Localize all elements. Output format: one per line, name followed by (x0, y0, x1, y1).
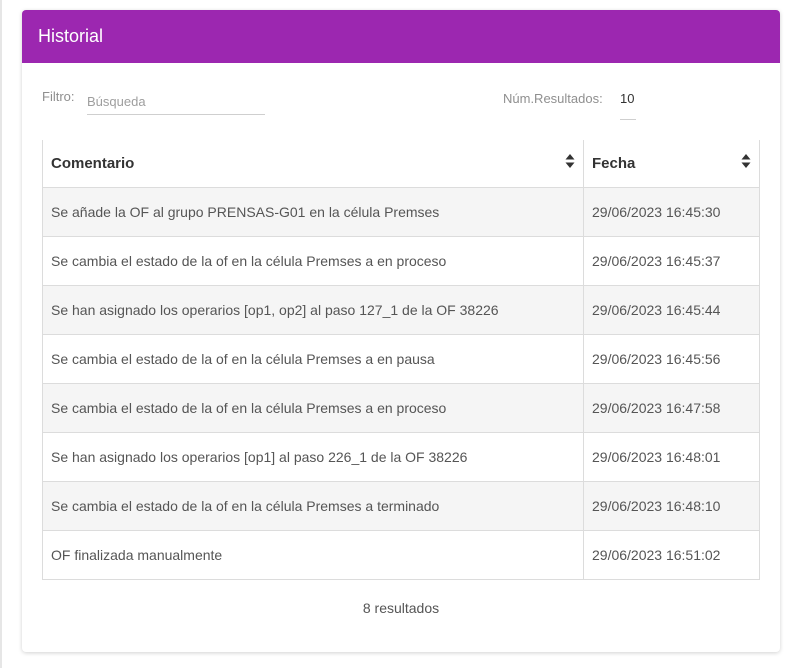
column-header-fecha[interactable]: Fecha (583, 140, 760, 188)
cell-fecha: 29/06/2023 16:47:58 (583, 383, 760, 433)
cell-comentario: OF finalizada manualmente (42, 530, 584, 580)
cell-fecha: 29/06/2023 16:48:01 (583, 432, 760, 482)
table-row: Se han asignado los operarios [op1] al p… (42, 432, 760, 482)
cell-fecha: 29/06/2023 16:45:44 (583, 285, 760, 335)
table-row: OF finalizada manualmente 29/06/2023 16:… (42, 530, 760, 580)
filter-label: Filtro: (42, 89, 75, 104)
cell-comentario: Se han asignado los operarios [op1, op2]… (42, 285, 584, 335)
panel-title: Historial (38, 26, 104, 46)
table-row: Se cambia el estado de la of en la célul… (42, 383, 760, 433)
table-header-row: Comentario Fecha (42, 140, 760, 188)
sort-icon[interactable] (565, 153, 575, 169)
cell-comentario: Se cambia el estado de la of en la célul… (42, 236, 584, 286)
table-row: Se cambia el estado de la of en la célul… (42, 236, 760, 286)
column-label: Comentario (51, 155, 135, 172)
table-row: Se cambia el estado de la of en la célul… (42, 334, 760, 384)
cell-fecha: 29/06/2023 16:45:37 (583, 236, 760, 286)
column-header-comentario[interactable]: Comentario (42, 140, 584, 188)
sort-icon[interactable] (741, 153, 751, 169)
history-panel: Historial Filtro: Núm.Resultados: 10 Com… (22, 10, 780, 652)
panel-header: Historial (22, 10, 780, 63)
cell-comentario: Se cambia el estado de la of en la célul… (42, 334, 584, 384)
cell-fecha: 29/06/2023 16:48:10 (583, 481, 760, 531)
results-per-page-select[interactable]: 10 (620, 91, 636, 120)
column-label: Fecha (592, 155, 636, 172)
cell-comentario: Se han asignado los operarios [op1] al p… (42, 432, 584, 482)
cell-comentario: Se añade la OF al grupo PRENSAS-G01 en l… (42, 187, 584, 237)
table-row: Se han asignado los operarios [op1, op2]… (42, 285, 760, 335)
cell-comentario: Se cambia el estado de la of en la célul… (42, 383, 584, 433)
table-row: Se cambia el estado de la of en la célul… (42, 481, 760, 531)
search-input[interactable] (87, 88, 265, 115)
cell-comentario: Se cambia el estado de la of en la célul… (42, 481, 584, 531)
results-count: 8 resultados (362, 600, 440, 616)
filter-bar: Filtro: Núm.Resultados: 10 (42, 88, 760, 128)
page-left-border (0, 0, 2, 668)
table-row: Se añade la OF al grupo PRENSAS-G01 en l… (42, 187, 760, 237)
cell-fecha: 29/06/2023 16:45:56 (583, 334, 760, 384)
history-table: Comentario Fecha Se añade la OF al grupo… (42, 140, 760, 580)
cell-fecha: 29/06/2023 16:45:30 (583, 187, 760, 237)
results-count-label: Núm.Resultados: (503, 91, 603, 106)
cell-fecha: 29/06/2023 16:51:02 (583, 530, 760, 580)
